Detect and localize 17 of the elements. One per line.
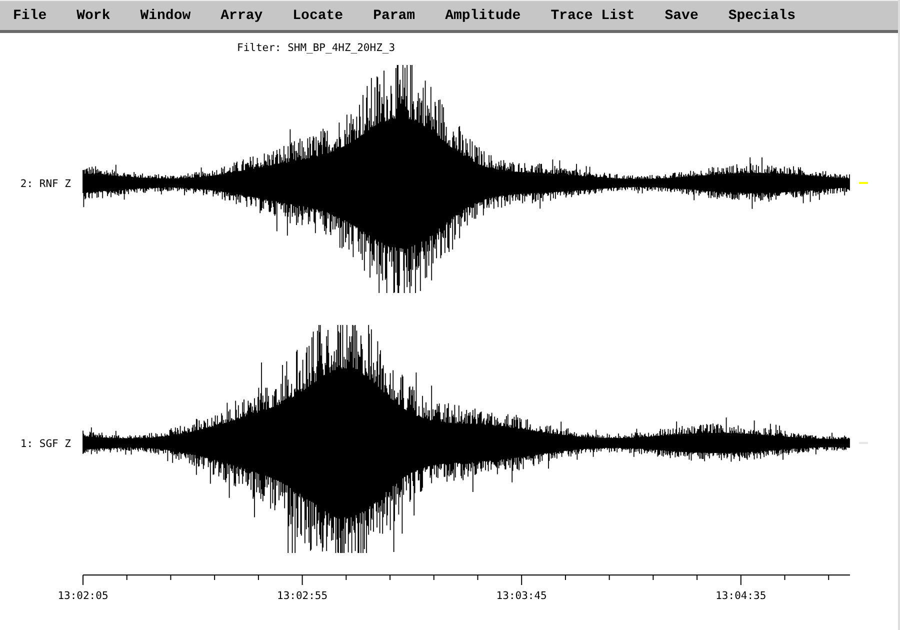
- axis-tick-label: 13:04:35: [716, 590, 766, 602]
- menu-item[interactable]: Specials: [721, 6, 803, 26]
- menu-item[interactable]: File: [6, 6, 54, 26]
- menu-item[interactable]: Param: [366, 6, 422, 26]
- trace-label: 2: RNF Z: [20, 178, 71, 190]
- menu-item[interactable]: Trace List: [544, 6, 642, 26]
- menu-item[interactable]: Amplitude: [438, 6, 528, 26]
- menu-item[interactable]: Work: [70, 6, 118, 26]
- trace-label: 1: SGF Z: [20, 438, 71, 450]
- menu-item[interactable]: Save: [658, 6, 706, 26]
- menu-item[interactable]: Window: [133, 6, 198, 26]
- menu-item[interactable]: Array: [214, 6, 270, 26]
- axis-tick-label: 13:02:55: [277, 590, 328, 602]
- filter-label: Filter: SHM_BP_4HZ_20HZ_3: [237, 42, 396, 54]
- menu-item[interactable]: Locate: [286, 6, 350, 26]
- axis-tick-label: 13:02:05: [58, 590, 108, 602]
- axis-tick-label: 13:03:45: [496, 590, 547, 602]
